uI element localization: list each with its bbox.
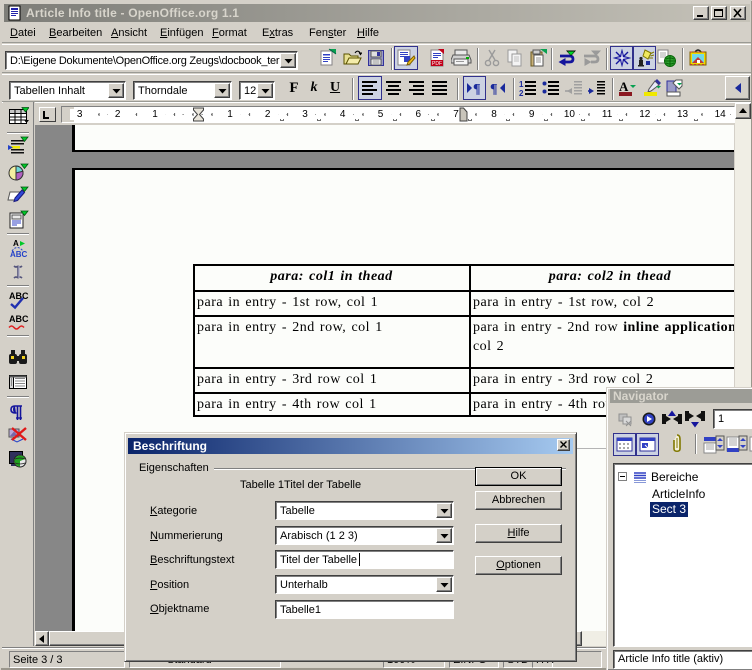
- svg-text:A: A: [13, 239, 19, 248]
- svg-text:¶: ¶: [490, 82, 498, 96]
- svg-text:ABC: ABC: [9, 314, 29, 324]
- svg-text:A: A: [619, 79, 629, 94]
- svg-text:1: 1: [519, 80, 524, 89]
- svg-text:ABC: ABC: [10, 250, 28, 258]
- svg-text:2: 2: [519, 89, 524, 96]
- svg-text:ABC: ABC: [9, 291, 29, 301]
- svg-text:¶: ¶: [473, 82, 481, 96]
- svg-text:PDF: PDF: [432, 61, 442, 67]
